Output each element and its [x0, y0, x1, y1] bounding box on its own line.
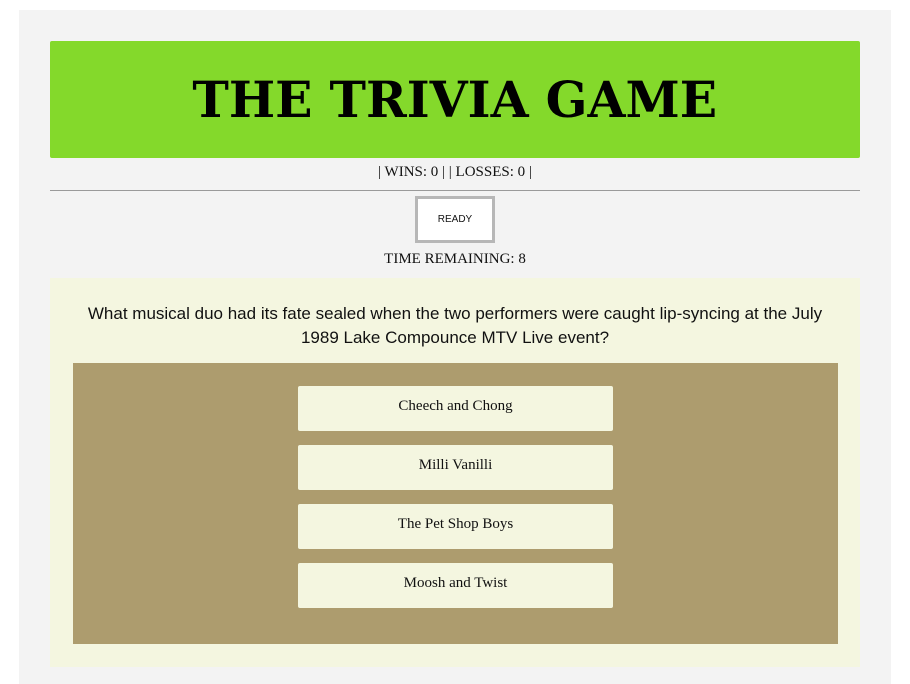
answers-container: Cheech and Chong Milli Vanilli The Pet S…	[73, 363, 838, 644]
score-display: | WINS: 0 | | LOSSES: 0 |	[378, 164, 532, 180]
answer-option-3[interactable]: The Pet Shop Boys	[298, 504, 613, 549]
answer-option-2[interactable]: Milli Vanilli	[298, 445, 613, 490]
question-text: What musical duo had its fate sealed whe…	[87, 304, 823, 347]
ready-button[interactable]: READY	[415, 196, 495, 243]
answer-option-4[interactable]: Moosh and Twist	[298, 563, 613, 608]
page-container: THE TRIVIA GAME | WINS: 0 | | LOSSES: 0 …	[19, 10, 891, 684]
time-remaining: TIME REMAINING: 8	[384, 251, 526, 267]
header-banner: THE TRIVIA GAME	[50, 41, 860, 158]
divider	[50, 190, 860, 191]
game-title: THE TRIVIA GAME	[192, 70, 718, 129]
question-panel: What musical duo had its fate sealed whe…	[50, 278, 860, 667]
answer-option-1[interactable]: Cheech and Chong	[298, 386, 613, 431]
